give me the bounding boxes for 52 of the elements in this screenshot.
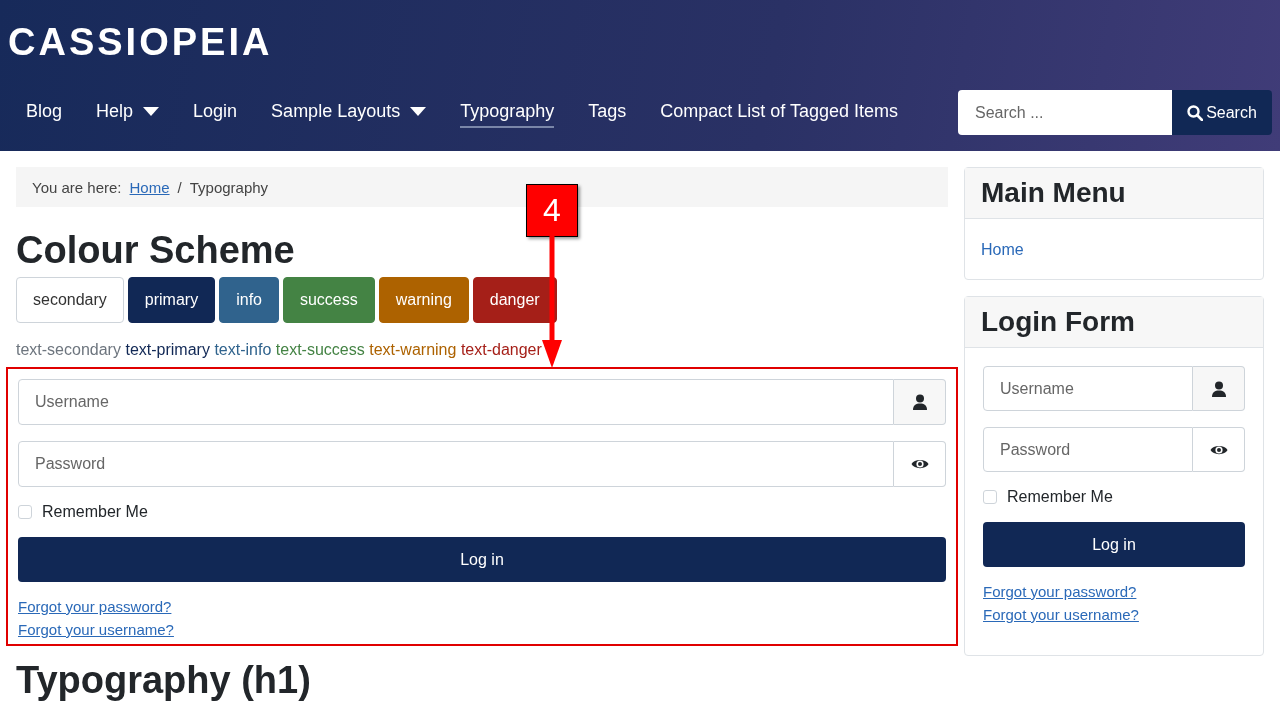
forgot-link[interactable]: Forgot your password?: [983, 583, 1137, 600]
show-password-button[interactable]: [1193, 427, 1245, 472]
show-password-button[interactable]: [894, 441, 946, 487]
card-title: Main Menu: [965, 168, 1263, 219]
nav-item[interactable]: Login: [193, 97, 238, 128]
text-sample: text-success: [275, 341, 365, 359]
user-icon: [912, 394, 927, 410]
text-sample: text-warning: [369, 341, 457, 359]
login-button[interactable]: Log in: [18, 537, 946, 582]
breadcrumb-current: Typography: [189, 178, 269, 196]
site-logo[interactable]: CASSIOPEIA: [8, 22, 273, 62]
colour-button[interactable]: info: [219, 277, 279, 323]
page-heading: Colour Scheme: [16, 229, 296, 271]
eye-icon[interactable]: [910, 457, 929, 471]
text-sample: text-primary: [125, 341, 210, 359]
colour-button[interactable]: primary: [127, 277, 216, 323]
nav-item[interactable]: Sample Layouts: [271, 97, 427, 128]
forgot-link[interactable]: Forgot your username?: [983, 606, 1139, 623]
search-field[interactable]: Search ...: [958, 90, 1172, 135]
login-button[interactable]: Log in: [983, 522, 1245, 567]
remember-checkbox[interactable]: [983, 490, 997, 504]
nav-item[interactable]: Compact List of Tagged Items: [660, 97, 899, 128]
forgot-link[interactable]: Forgot your password?: [18, 598, 172, 615]
user-icon: [1211, 380, 1226, 397]
username-field[interactable]: Username: [18, 379, 894, 425]
remember-label: Remember Me: [1007, 488, 1113, 506]
breadcrumb-link[interactable]: Home: [129, 178, 170, 196]
nav-item[interactable]: Blog: [26, 97, 63, 128]
colour-button[interactable]: secondary: [16, 277, 124, 323]
remember-label: Remember Me: [42, 503, 148, 521]
nav-item[interactable]: Typography: [460, 97, 555, 128]
colour-button[interactable]: warning: [378, 277, 469, 323]
text-sample: text-info: [214, 341, 272, 359]
colour-button[interactable]: danger: [472, 277, 557, 323]
text-sample: text-secondary: [16, 341, 121, 359]
text-sample: text-danger: [460, 341, 542, 359]
search-button[interactable]: Search: [1172, 90, 1272, 135]
search-icon: [1187, 104, 1204, 121]
username-field[interactable]: Username: [983, 366, 1193, 411]
menu-link[interactable]: Home: [981, 241, 1247, 259]
password-field[interactable]: Password: [18, 441, 894, 487]
section-heading: Typography (h1): [16, 658, 312, 702]
password-field[interactable]: Password: [983, 427, 1193, 472]
breadcrumb-separator: /: [177, 178, 182, 196]
remember-checkbox[interactable]: [18, 505, 32, 519]
nav-item[interactable]: Tags: [588, 97, 627, 128]
forgot-link[interactable]: Forgot your username?: [18, 621, 174, 638]
callout-badge: 4: [526, 184, 578, 237]
card-title: Login Form: [965, 297, 1263, 348]
nav-item[interactable]: Help: [96, 97, 160, 128]
breadcrumb-prefix: You are here:: [32, 178, 122, 196]
colour-button[interactable]: success: [282, 277, 375, 323]
